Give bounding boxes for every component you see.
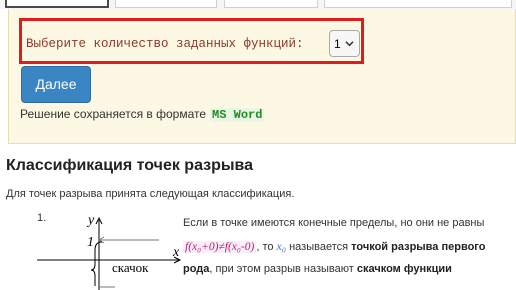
- tab-strip: [0, 0, 516, 9]
- list-item-text: Если в точке имеются конечные пределы, н…: [183, 212, 503, 281]
- item-text-1: Если в точке имеются конечные пределы, н…: [183, 217, 485, 229]
- tab-3[interactable]: [224, 0, 318, 8]
- graph-jump-label: скачок: [112, 260, 149, 275]
- calculator-panel: Выберите количество заданных функций: 1 …: [8, 9, 516, 144]
- next-button[interactable]: Далее: [21, 66, 91, 103]
- term-jump: скачком функции: [356, 263, 452, 275]
- graph-x-label: x: [172, 245, 180, 260]
- limits-formula: f(x₀+0)≠f(x₀-0): [183, 240, 257, 253]
- function-count-label: Выберите количество заданных функций:: [26, 37, 304, 51]
- chevron-down-icon: [345, 41, 354, 47]
- tab-4[interactable]: [324, 0, 512, 8]
- jump-discontinuity-graph: y 1 x скачок: [37, 213, 182, 290]
- section-heading: Классификация точек разрыва: [6, 157, 254, 174]
- x0-symbol: x₀: [276, 238, 287, 253]
- function-count-value: 1: [334, 37, 341, 51]
- function-count-highlight: Выберите количество заданных функций: 1: [19, 18, 364, 64]
- graph-y-label: y: [86, 213, 95, 228]
- format-text: Решение сохраняется в формате: [20, 107, 207, 121]
- item-text-2: , то: [256, 240, 274, 253]
- graph-tick-label: 1: [87, 235, 94, 250]
- item-text-3: называется: [289, 240, 349, 253]
- tab-1[interactable]: [5, 0, 109, 8]
- function-count-select[interactable]: 1: [329, 30, 360, 57]
- format-note: Решение сохраняется в формате MS Word: [20, 107, 265, 122]
- section-intro: Для точек разрыва принята следующая клас…: [6, 188, 295, 200]
- item-text-4: , при этом разрыв называют: [209, 263, 354, 275]
- format-badge: MS Word: [210, 108, 265, 122]
- tab-2[interactable]: [115, 0, 217, 8]
